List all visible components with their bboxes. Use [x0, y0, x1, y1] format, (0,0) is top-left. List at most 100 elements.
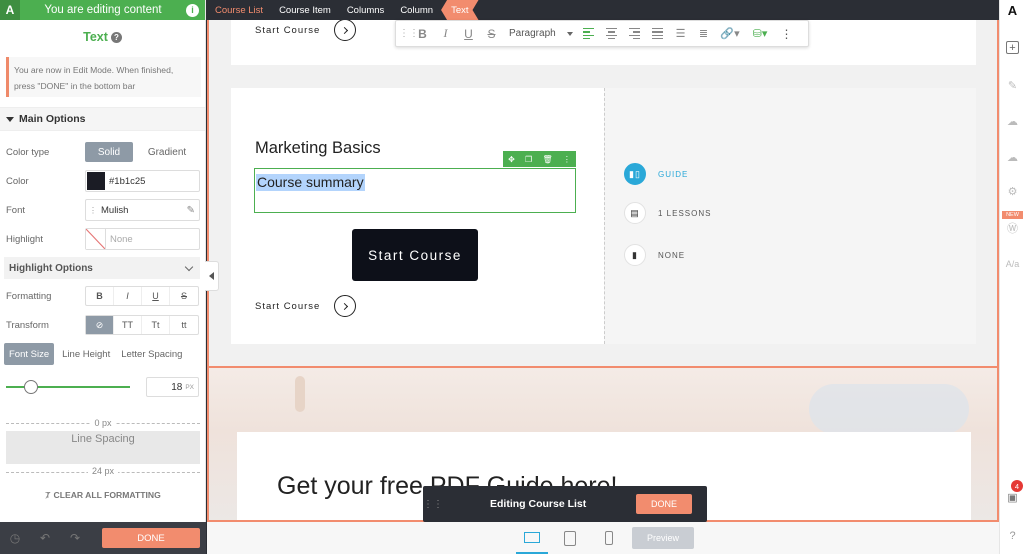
- highlight-row: Highlight None: [0, 227, 206, 251]
- cloud-upload-icon[interactable]: ☁: [1005, 150, 1020, 165]
- preview-button[interactable]: Preview: [632, 527, 694, 549]
- collapse-sidebar-button[interactable]: [205, 261, 219, 291]
- bold-icon[interactable]: B: [411, 27, 434, 41]
- cloud-templates-icon[interactable]: ☁: [1005, 114, 1020, 129]
- transform-uppercase-button[interactable]: TT: [114, 316, 142, 334]
- desktop-view-button[interactable]: [516, 522, 548, 554]
- dynamic-data-icon[interactable]: ⛁▾: [745, 27, 775, 40]
- spacing-top-label[interactable]: 0 px: [0, 418, 206, 428]
- font-size-slider-handle[interactable]: [24, 380, 38, 394]
- done-button[interactable]: DONE: [102, 528, 200, 548]
- pencil-icon[interactable]: ✎: [187, 205, 195, 216]
- color-type-gradient[interactable]: Gradient: [137, 142, 197, 162]
- highlight-options-header[interactable]: Highlight Options: [4, 257, 200, 279]
- tab-letter-spacing[interactable]: Letter Spacing: [118, 343, 185, 365]
- help-icon[interactable]: ?: [110, 31, 122, 43]
- underline-icon[interactable]: U: [457, 27, 480, 41]
- info-icon[interactable]: i: [186, 3, 199, 17]
- transform-none-button[interactable]: ⊘: [86, 316, 114, 334]
- wordpress-icon[interactable]: Ⓦ: [1005, 220, 1020, 235]
- meta-guide-text: GUIDE: [658, 169, 689, 179]
- arrow-right-circle-icon[interactable]: [334, 20, 357, 41]
- panel-title-text: Text: [83, 30, 108, 44]
- main-options-header[interactable]: Main Options: [0, 107, 205, 131]
- underline-button[interactable]: U: [142, 287, 170, 305]
- breadcrumb: Course List Course Item Columns Column T…: [207, 0, 999, 20]
- start-course-link-top[interactable]: Start Course: [255, 25, 320, 36]
- transform-capitalize-button[interactable]: Tt: [142, 316, 170, 334]
- course-title[interactable]: Marketing Basics: [255, 139, 381, 158]
- settings-gear-icon[interactable]: ⚙: [1005, 184, 1020, 199]
- align-justify-icon[interactable]: [646, 27, 669, 40]
- more-vertical-icon[interactable]: ⋮: [563, 155, 571, 164]
- align-center-icon[interactable]: [600, 27, 623, 40]
- delete-icon[interactable]: 🗑: [542, 155, 552, 164]
- color-type-label: Color type: [6, 146, 50, 158]
- transform-lowercase-button[interactable]: tt: [170, 316, 198, 334]
- spacing-bottom-label[interactable]: 24 px: [0, 466, 206, 476]
- start-course-link-label[interactable]: Start Course: [255, 301, 320, 312]
- numbered-list-icon[interactable]: ≣: [692, 27, 715, 40]
- edit-mode-notice: You are now in Edit Mode. When finished,…: [6, 57, 201, 97]
- clear-format-icon: Ⱦ: [45, 490, 51, 500]
- help-icon[interactable]: ?: [1005, 528, 1020, 543]
- clear-formatting-button[interactable]: Ⱦ CLEAR ALL FORMATTING: [0, 490, 206, 500]
- breadcrumb-course-item[interactable]: Course Item: [271, 0, 339, 20]
- highlight-value: None: [110, 233, 133, 245]
- drag-handle-icon[interactable]: ⋮⋮: [423, 499, 443, 510]
- breadcrumb-column[interactable]: Column: [392, 0, 441, 20]
- bulleted-list-icon[interactable]: ☰: [669, 27, 692, 40]
- font-size-input[interactable]: 18 PX: [146, 377, 199, 397]
- tab-line-height[interactable]: Line Height: [59, 343, 113, 365]
- move-icon[interactable]: ✥: [508, 155, 515, 164]
- align-left-icon[interactable]: [577, 27, 600, 40]
- paragraph-select[interactable]: Paragraph: [503, 28, 577, 39]
- course-list-done-button[interactable]: DONE: [636, 494, 692, 514]
- chevron-down-icon: [184, 262, 194, 271]
- italic-button[interactable]: I: [114, 287, 142, 305]
- editor-bottom-bar: ◷ ↶ ↷ DONE: [0, 522, 206, 554]
- font-label: Font: [6, 204, 26, 216]
- redo-icon[interactable]: ↷: [60, 531, 90, 545]
- notifications-icon[interactable]: ▣: [1005, 490, 1020, 505]
- arrow-right-circle-icon[interactable]: [334, 295, 357, 317]
- device-preview-bar: Preview: [207, 522, 999, 554]
- breadcrumb-columns[interactable]: Columns: [339, 0, 393, 20]
- translate-icon[interactable]: A/a: [1005, 256, 1020, 271]
- tab-font-size[interactable]: Font Size: [4, 343, 55, 365]
- thrive-logo-icon[interactable]: A: [1000, 0, 1024, 20]
- new-badge: NEW: [1002, 211, 1023, 219]
- color-type-solid[interactable]: Solid: [85, 142, 133, 162]
- editing-course-list-bar: ⋮⋮ Editing Course List DONE: [423, 486, 707, 522]
- color-type-row: Color type Solid Gradient: [0, 140, 206, 164]
- italic-icon[interactable]: I: [434, 26, 457, 41]
- add-element-icon[interactable]: +: [1006, 41, 1019, 54]
- no-color-swatch-icon[interactable]: [86, 229, 106, 249]
- breadcrumb-course-list[interactable]: Course List: [207, 0, 271, 20]
- thrive-logo-icon[interactable]: A: [0, 0, 20, 20]
- font-field[interactable]: ⋮ Mulish ✎: [85, 199, 200, 221]
- align-right-icon[interactable]: [623, 27, 646, 40]
- start-course-link[interactable]: Start Course: [255, 295, 357, 317]
- tablet-view-button[interactable]: [554, 522, 586, 554]
- strikethrough-icon[interactable]: S: [480, 27, 503, 41]
- drag-handle-icon[interactable]: ⋮⋮: [399, 28, 419, 39]
- mobile-view-button[interactable]: [593, 522, 625, 554]
- brush-icon[interactable]: ✎: [1005, 78, 1020, 93]
- color-swatch[interactable]: [87, 172, 105, 190]
- breadcrumb-text[interactable]: Text: [441, 0, 478, 20]
- bold-button[interactable]: B: [86, 287, 114, 305]
- highlight-field[interactable]: None: [85, 228, 200, 250]
- undo-icon[interactable]: ↶: [30, 531, 60, 545]
- selected-text-element[interactable]: Course summary: [254, 168, 576, 213]
- strikethrough-button[interactable]: S: [170, 287, 198, 305]
- history-icon[interactable]: ◷: [0, 531, 30, 545]
- course-summary-text[interactable]: Course summary: [256, 174, 365, 191]
- link-icon[interactable]: 🔗▾: [715, 27, 745, 40]
- duplicate-icon[interactable]: ❐: [525, 155, 532, 164]
- transform-row: Transform ⊘ TT Tt tt: [0, 313, 206, 337]
- color-field[interactable]: #1b1c25: [85, 170, 200, 192]
- more-vertical-icon[interactable]: ⋮: [775, 27, 798, 41]
- document-icon: ▤: [624, 202, 646, 224]
- start-course-button[interactable]: Start Course: [352, 229, 478, 281]
